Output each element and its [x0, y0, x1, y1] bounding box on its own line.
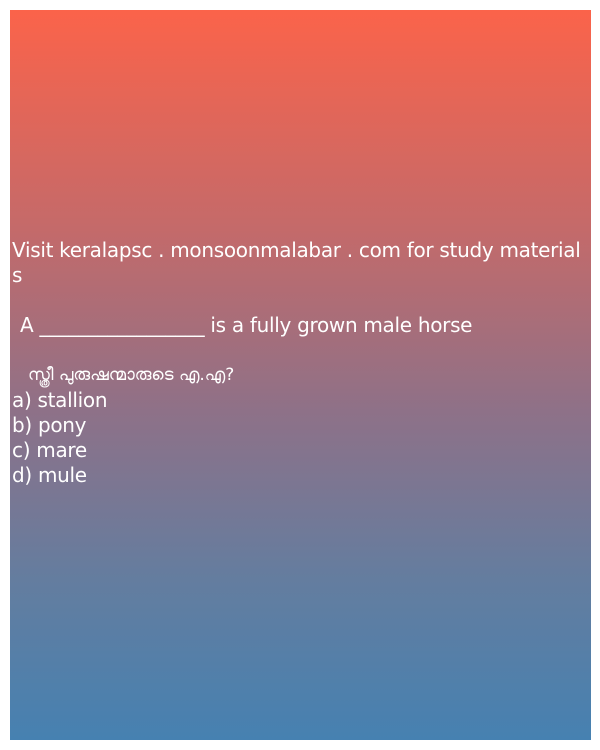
option-d: d) mule	[12, 463, 87, 487]
option-c: c) mare	[12, 438, 87, 462]
question-text: A _________________ is a fully grown mal…	[20, 313, 473, 337]
question-card: Visit keralapsc . monsoonmalabar . com f…	[10, 10, 591, 740]
option-a: a) stallion	[12, 388, 108, 412]
card-content: Visit keralapsc . monsoonmalabar . com f…	[12, 238, 590, 488]
answer-options: a) stallion b) pony c) mare d) mule	[12, 388, 590, 488]
option-b: b) pony	[12, 413, 87, 437]
visit-site-text: Visit keralapsc . monsoonmalabar . com f…	[12, 238, 581, 287]
question-malayalam-text: സ്ത്രീ പുരുഷന്മാരുടെ എ.എ?	[28, 365, 235, 385]
